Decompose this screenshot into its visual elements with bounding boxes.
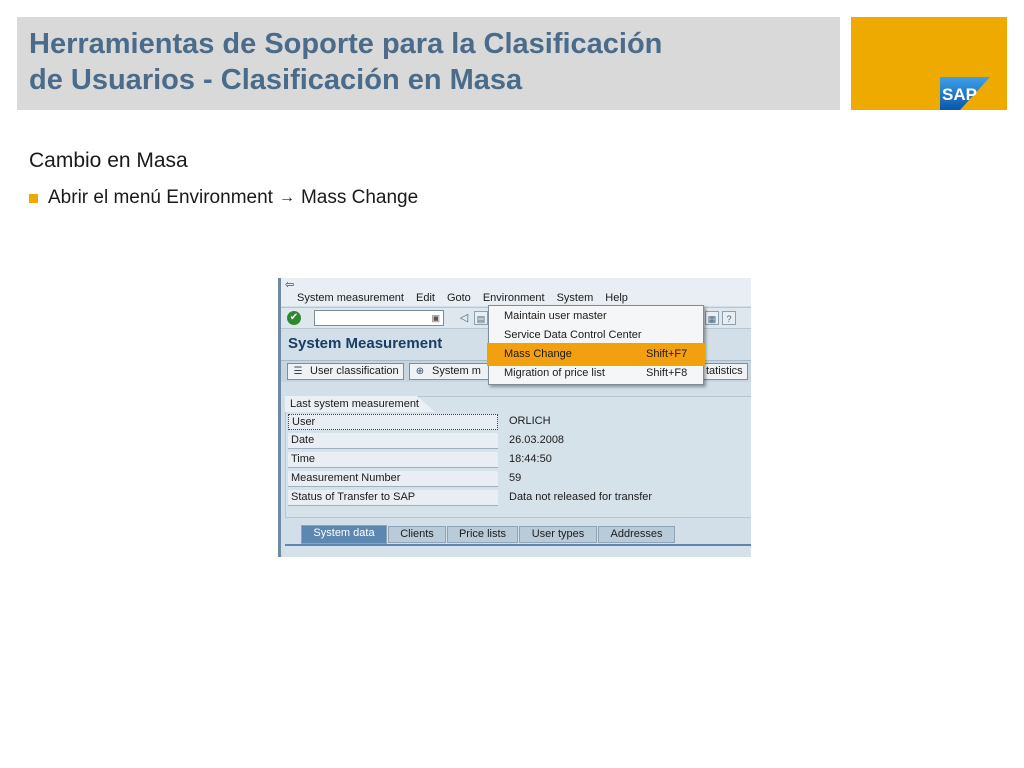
field-label: Time xyxy=(288,452,498,468)
menu-item-label: Migration of price list xyxy=(504,367,605,379)
dropdown-icon[interactable]: ▣ xyxy=(431,312,440,325)
instruction-bullet: Abrir el menú Environment → Mass Change xyxy=(29,186,418,210)
svg-text:SAP: SAP xyxy=(942,85,977,104)
group-title: Last system measurement xyxy=(285,396,435,412)
tab-price-lists[interactable]: Price lists xyxy=(447,526,518,543)
field-value: 59 xyxy=(509,472,522,484)
user-classification-button[interactable]: ☰ User classification xyxy=(287,363,404,380)
slide-title: Herramientas de Soporte para la Clasific… xyxy=(29,26,829,98)
slide-title-line-1: Herramientas de Soporte para la Clasific… xyxy=(29,28,663,60)
statistics-label: tatistics xyxy=(706,365,743,377)
system-measurement-label: System m xyxy=(432,365,481,377)
menu-item-migration-of-price-list[interactable]: Migration of price list Shift+F8 xyxy=(489,364,703,383)
menu-item-label: Service Data Control Center xyxy=(504,329,642,341)
menu-system-measurement[interactable]: System measurement xyxy=(297,290,404,306)
help-icon[interactable]: ? xyxy=(722,311,736,325)
screen-title: System Measurement xyxy=(288,335,443,352)
bullet-text-suffix: Mass Change xyxy=(300,187,419,208)
menu-item-service-data-control-center[interactable]: Service Data Control Center xyxy=(489,326,703,345)
field-value: ORLICH xyxy=(509,415,551,427)
menu-edit[interactable]: Edit xyxy=(416,290,435,306)
menu-goto[interactable]: Goto xyxy=(447,290,471,306)
menu-item-shortcut: Shift+F8 xyxy=(646,367,688,379)
title-banner: Herramientas de Soporte para la Clasific… xyxy=(17,17,840,110)
statistics-button[interactable]: tatistics xyxy=(701,363,748,380)
menu-bar: System measurement Edit Goto Environment… xyxy=(281,290,751,306)
field-label: Status of Transfer to SAP xyxy=(288,490,498,506)
field-row-user: User ORLICH xyxy=(288,414,748,430)
menu-environment[interactable]: Environment xyxy=(483,290,545,306)
menu-item-label: Maintain user master xyxy=(504,310,607,322)
field-value: 18:44:50 xyxy=(509,453,552,465)
tab-content xyxy=(285,544,751,557)
tab-clients[interactable]: Clients xyxy=(388,526,446,543)
menu-item-maintain-user-master[interactable]: Maintain user master xyxy=(489,307,703,326)
tab-user-types[interactable]: User types xyxy=(519,526,597,543)
tab-system-data[interactable]: System data xyxy=(301,525,387,544)
sap-window: ⇦ System measurement Edit Goto Environme… xyxy=(278,278,751,557)
menu-item-label: Mass Change xyxy=(504,348,572,360)
menu-item-mass-change[interactable]: Mass Change Shift+F7 xyxy=(487,343,705,366)
tab-addresses[interactable]: Addresses xyxy=(598,526,675,543)
logo-panel: SAP xyxy=(851,17,1007,110)
field-label: User xyxy=(288,414,498,430)
field-label: Measurement Number xyxy=(288,471,498,487)
bullet-square-icon xyxy=(29,193,38,203)
field-row-transfer-status: Status of Transfer to SAP Data not relea… xyxy=(288,490,748,506)
layout-icon[interactable]: ▦ xyxy=(705,311,719,325)
back-icon[interactable]: ◁ xyxy=(457,311,471,325)
system-measurement-button[interactable]: ⊕ System m xyxy=(409,363,489,380)
field-label: Date xyxy=(288,433,498,449)
sap-logo: SAP xyxy=(940,77,990,110)
arrow-right-icon: → xyxy=(278,189,295,206)
bullet-text-prefix: Abrir el menú Environment xyxy=(48,187,273,208)
measure-icon: ⊕ xyxy=(415,366,425,377)
menu-system[interactable]: System xyxy=(557,290,594,306)
environment-menu-dropdown: Maintain user master Service Data Contro… xyxy=(487,305,705,385)
field-value: 26.03.2008 xyxy=(509,434,565,446)
list-icon: ☰ xyxy=(293,366,303,377)
slide-title-line-2: de Usuarios - Clasificación en Masa xyxy=(29,64,523,96)
user-classification-label: User classification xyxy=(310,365,399,377)
save-icon[interactable]: ▤ xyxy=(474,311,488,325)
menu-help[interactable]: Help xyxy=(605,290,628,306)
menu-item-shortcut: Shift+F7 xyxy=(646,348,688,360)
command-field[interactable]: ▣ xyxy=(314,310,444,326)
ok-check-icon[interactable]: ✔ xyxy=(287,311,301,325)
field-row-measurement-number: Measurement Number 59 xyxy=(288,471,748,487)
field-value: Data not released for transfer xyxy=(509,491,653,503)
field-row-date: Date 26.03.2008 xyxy=(288,433,748,449)
field-row-time: Time 18:44:50 xyxy=(288,452,748,468)
tab-strip: System data Clients Price lists User typ… xyxy=(285,525,751,545)
section-subtitle: Cambio en Masa xyxy=(29,149,188,172)
